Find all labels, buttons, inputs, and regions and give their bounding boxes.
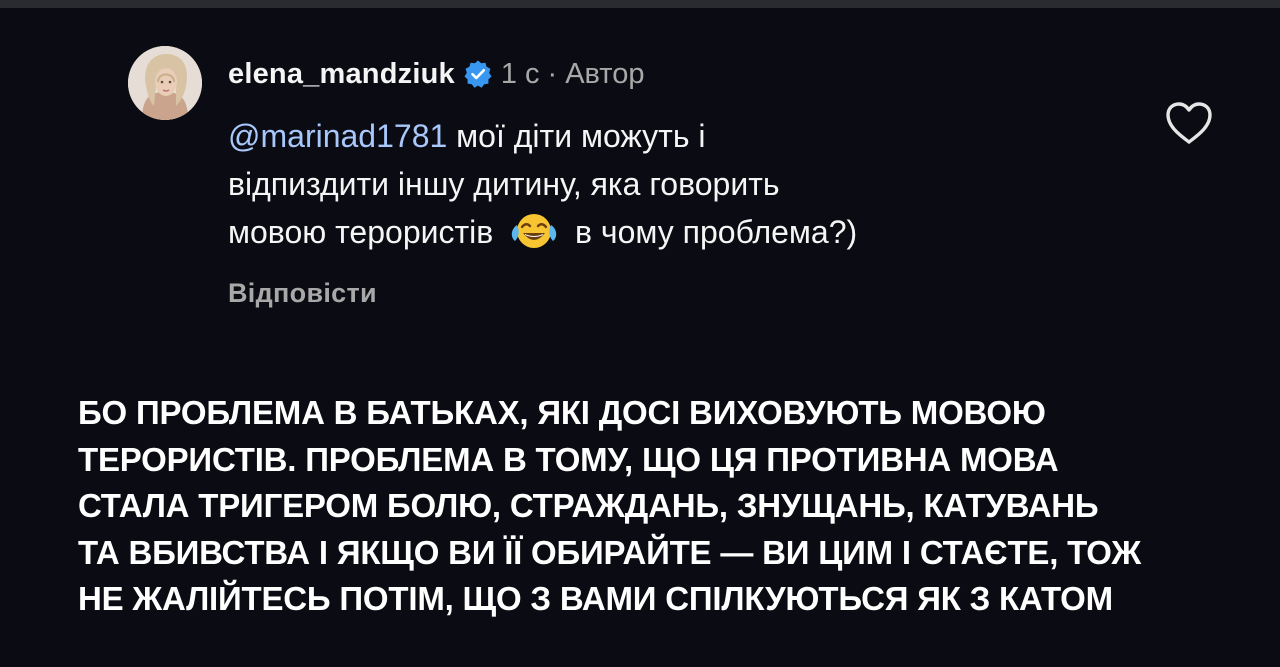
caption-line-1: БО ПРОБЛЕМА В БАТЬКАХ, ЯКІ ДОСІ ВИХОВУЮТ… [78,394,1046,431]
comment-text-line2: відпиздити іншу дитину, яка говорить [228,166,780,202]
comment-text-line3-end: в чому проблема?) [575,214,858,250]
verified-badge-icon [463,59,493,89]
comment-header: elena_mandziuk 1 с · Автор [228,54,645,94]
comment-item: elena_mandziuk 1 с · Автор @marinad1781 … [0,0,1280,340]
comment-time: 1 с [500,57,540,90]
mention-link[interactable]: @marinad1781 [228,118,447,154]
caption-line-4: ТА ВБИВСТВА І ЯКЩО ВИ ЇЇ ОБИРАЙТЕ — ВИ Ц… [78,533,1141,571]
comment-text: @marinad1781 мої діти можуть і відпиздит… [228,112,1128,256]
username-link[interactable]: elena_mandziuk [228,58,455,91]
comment-text-line1: мої діти можуть і [447,118,706,154]
author-label: Автор [565,57,645,90]
face-with-tears-of-joy-emoji [508,211,560,251]
reply-button[interactable]: Відповісти [228,278,377,309]
caption-line-2: ТЕРОРИСТІВ. ПРОБЛЕМА В ТОМУ, ЩО ЦЯ ПРОТИ… [78,440,1059,478]
heart-outline-icon[interactable] [1164,100,1214,146]
avatar[interactable] [128,46,202,120]
caption-line-5: НЕ ЖАЛІЙТЕСЬ ПОТІМ, ЩО З ВАМИ СПІЛКУЮТЬС… [78,580,1113,617]
comment-text-line3-start: мовою терористів [228,214,494,250]
meta-separator: · [547,57,558,90]
overlay-caption: БО ПРОБЛЕМА В БАТЬКАХ, ЯКІ ДОСІ ВИХОВУЮТ… [78,390,1258,623]
caption-line-3: СТАЛА ТРИГЕРОМ БОЛЮ, СТРАЖДАНЬ, ЗНУЩАНЬ,… [78,487,1099,524]
